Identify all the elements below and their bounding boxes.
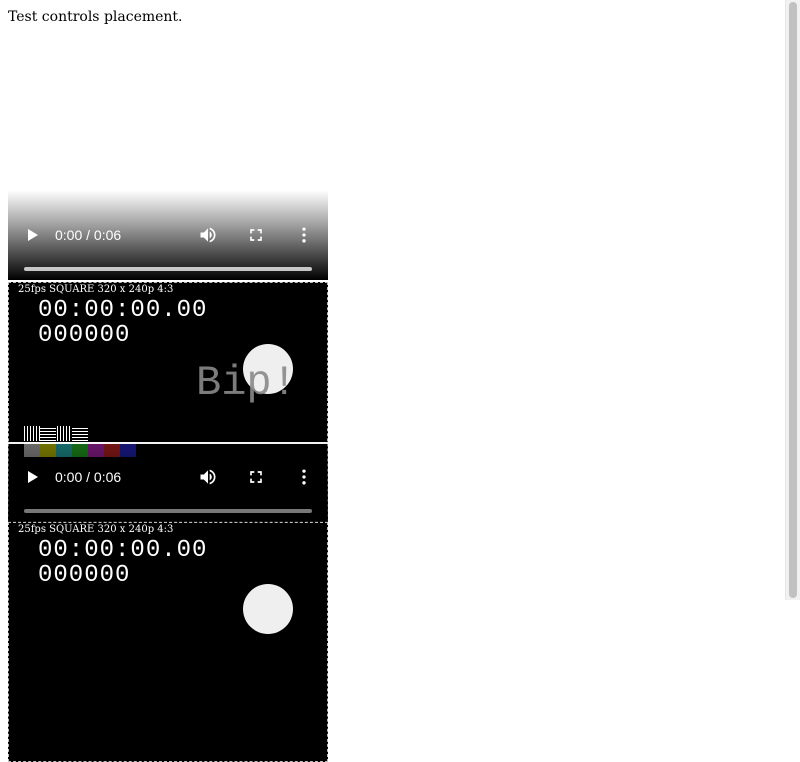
test-pattern-stripes-horizontal-2	[72, 426, 88, 441]
fullscreen-button[interactable]	[246, 467, 266, 487]
vertical-scrollbar[interactable]	[785, 0, 800, 600]
page-text: Test controls placement.	[8, 9, 183, 25]
more-options-button[interactable]	[294, 225, 314, 245]
frame-meta-text: 25fps SQUARE 320 x 240p 4:3	[18, 524, 174, 535]
volume-button[interactable]	[198, 467, 218, 487]
timecode: 00:00:00.00	[38, 297, 208, 324]
test-circle	[243, 584, 293, 634]
time-display: 0:00 / 0:06	[55, 469, 122, 485]
more-options-icon	[302, 227, 306, 243]
time-display: 0:00 / 0:06	[55, 227, 122, 243]
frame-counter: 000000	[38, 322, 131, 349]
video-control-bar: 0:00 / 0:06	[8, 200, 328, 280]
volume-icon	[200, 469, 216, 485]
overlay-text: Bip!	[196, 359, 297, 407]
fullscreen-icon	[250, 471, 262, 483]
play-button[interactable]	[24, 468, 42, 486]
more-options-icon	[302, 469, 306, 485]
play-button[interactable]	[24, 226, 42, 244]
seek-bar[interactable]	[24, 267, 312, 271]
fullscreen-button[interactable]	[246, 225, 266, 245]
play-icon	[28, 229, 38, 241]
video-control-bar: 0:00 / 0:06	[8, 442, 328, 522]
volume-icon	[200, 227, 216, 243]
fullscreen-icon	[250, 229, 262, 241]
timecode: 00:00:00.00	[38, 537, 208, 564]
scrollbar-thumb[interactable]	[789, 2, 797, 598]
video-player[interactable]: 25fps SQUARE 320 x 240p 4:3 00:00:00.00 …	[8, 522, 328, 762]
video-player-controls-only[interactable]: 0:00 / 0:06	[8, 190, 328, 280]
volume-button[interactable]	[198, 225, 218, 245]
frame-counter: 000000	[38, 562, 131, 589]
seek-bar[interactable]	[24, 509, 312, 513]
video-player[interactable]: 25fps SQUARE 320 x 240p 4:3 00:00:00.00 …	[8, 282, 328, 522]
frame-meta-text: 25fps SQUARE 320 x 240p 4:3	[18, 284, 174, 295]
more-options-button[interactable]	[294, 467, 314, 487]
test-pattern-stripes-horizontal	[40, 426, 56, 441]
play-icon	[28, 471, 38, 483]
